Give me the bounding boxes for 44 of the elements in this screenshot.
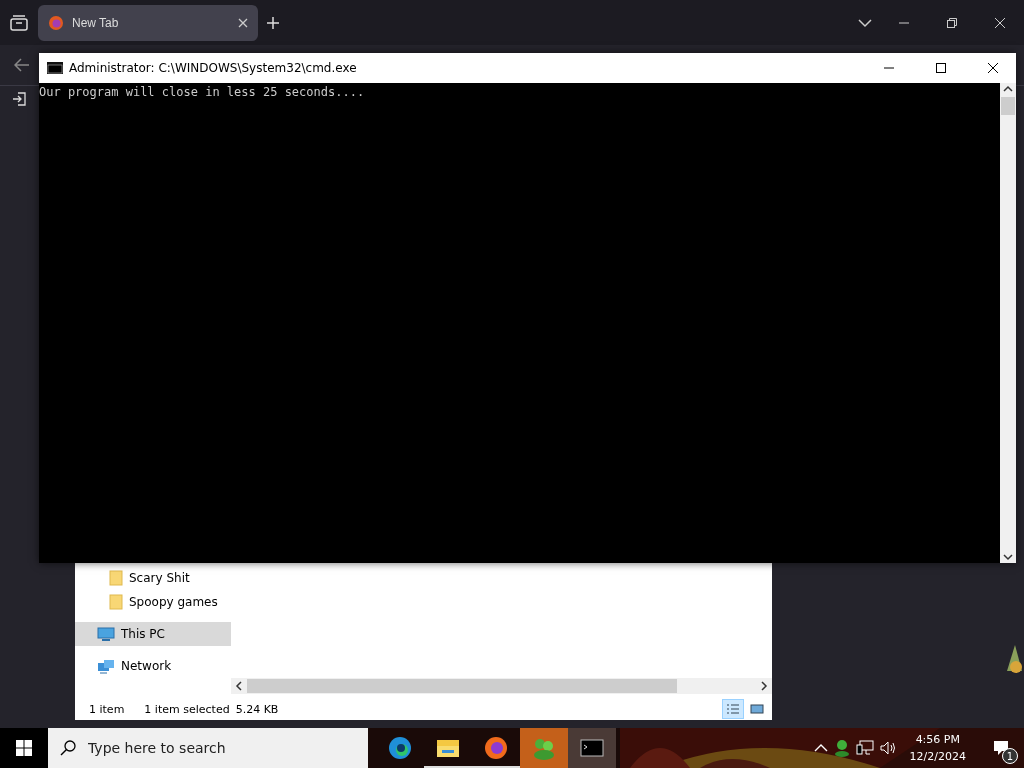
large-icons-view-icon <box>750 703 764 715</box>
back-arrow-icon[interactable] <box>14 58 30 72</box>
network-icon[interactable] <box>855 740 874 756</box>
chevron-down-icon[interactable] <box>858 17 872 28</box>
clock-date[interactable]: 12/2/2024 <box>909 748 966 765</box>
edge-icon <box>388 736 412 760</box>
new-tab-icon[interactable] <box>266 15 280 30</box>
folder-icon <box>109 570 123 586</box>
restore-icon[interactable] <box>947 17 957 28</box>
vertical-scrollbar[interactable] <box>1000 83 1016 563</box>
nav-item[interactable]: This PC <box>75 622 231 646</box>
speaker-icon[interactable] <box>879 741 898 755</box>
chevron-up-icon[interactable] <box>813 744 828 752</box>
people-icon <box>532 736 556 760</box>
window-title: Administrator: C:\WINDOWS\System32\cmd.exe <box>69 61 358 75</box>
search-field[interactable]: Type here to search <box>48 728 368 768</box>
selection-status: 1 item selected <box>144 702 230 716</box>
file-size: 5.24 KB <box>235 702 279 716</box>
notification-icon[interactable] <box>993 740 1009 756</box>
details-view-icon <box>726 703 740 715</box>
nav-item[interactable]: Scary Shit <box>75 566 231 590</box>
scrollbar-thumb[interactable] <box>247 679 677 693</box>
tab-overview-icon[interactable] <box>8 13 30 32</box>
nav-item[interactable]: Network <box>75 654 231 678</box>
firefox-icon <box>484 736 508 760</box>
item-count: 1 item <box>89 702 125 716</box>
sign-in-icon[interactable] <box>12 92 26 106</box>
scrollbar-thumb[interactable] <box>1001 97 1015 115</box>
folder-icon <box>109 594 123 610</box>
console-icon <box>47 62 63 74</box>
close-icon[interactable] <box>988 63 998 73</box>
browser-tab[interactable]: New Tab <box>38 4 258 41</box>
horizontal-scrollbar[interactable] <box>231 678 772 694</box>
nav-item[interactable]: Spoopy games <box>75 590 231 614</box>
monitor-icon <box>97 627 115 641</box>
clock-time[interactable]: 4:56 PM <box>915 731 960 748</box>
person-icon[interactable] <box>833 739 850 757</box>
network-icon <box>97 658 115 674</box>
firefox-icon <box>48 14 64 31</box>
windows-start-icon[interactable] <box>16 740 32 756</box>
console-icon <box>580 736 604 760</box>
console-output: Our program will close in less 25 seconds.... <box>39 84 366 101</box>
maximize-icon[interactable] <box>936 63 946 73</box>
scroll-down-icon[interactable] <box>1002 551 1014 563</box>
